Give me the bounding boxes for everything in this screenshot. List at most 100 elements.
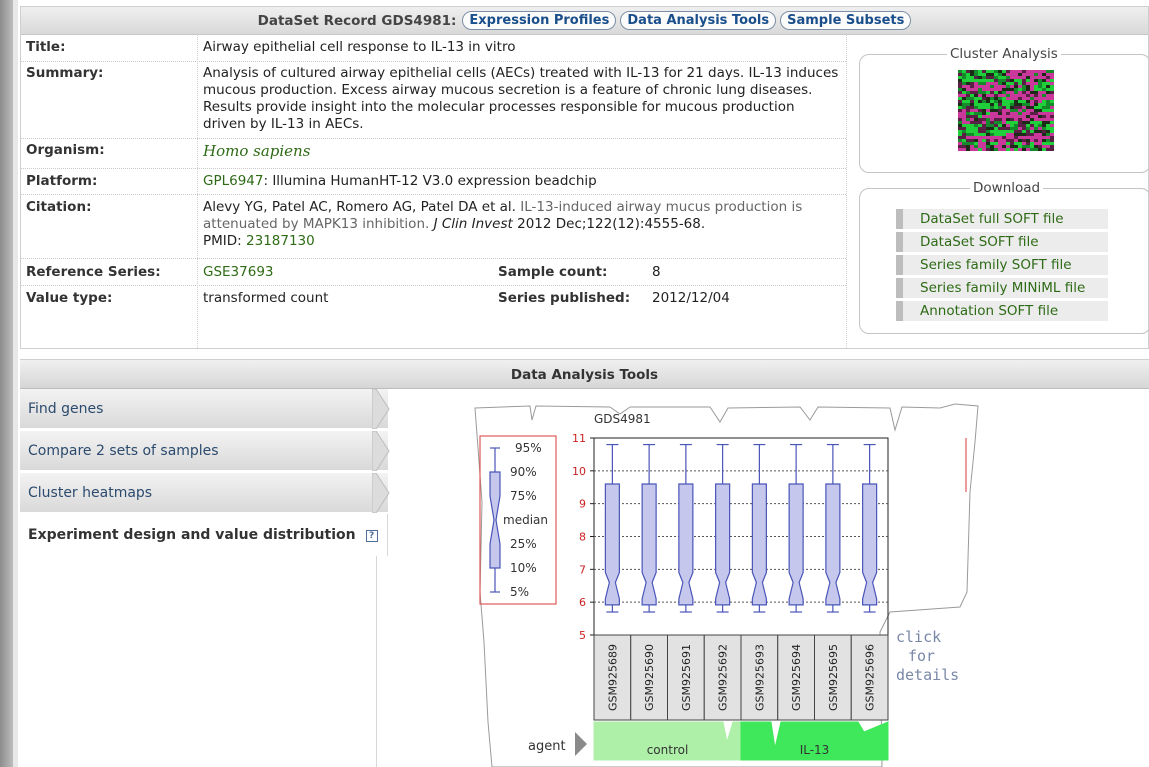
heatmap-cell bbox=[998, 91, 1002, 94]
heatmap-cell bbox=[1026, 100, 1030, 103]
heatmap-cell bbox=[974, 97, 978, 100]
heatmap-cell bbox=[1034, 124, 1038, 127]
heatmap-cell bbox=[998, 106, 1002, 109]
heatmap-cell bbox=[1026, 124, 1030, 127]
heatmap-cell bbox=[982, 73, 986, 76]
heatmap-cell bbox=[970, 148, 974, 151]
heatmap-cell bbox=[978, 109, 982, 112]
cluster-analysis-legend: Cluster Analysis bbox=[947, 46, 1061, 62]
heatmap-cell bbox=[978, 115, 982, 118]
heatmap-cell bbox=[978, 139, 982, 142]
heatmap-cell bbox=[1018, 124, 1022, 127]
heatmap-cell bbox=[1006, 103, 1010, 106]
heatmap-cell bbox=[982, 70, 986, 73]
heatmap-cell bbox=[1046, 100, 1050, 103]
heatmap-cell bbox=[1002, 94, 1006, 97]
heatmap-cell bbox=[958, 127, 962, 130]
tab-experiment-design[interactable]: Experiment design and value distribution… bbox=[20, 514, 388, 556]
heatmap-cell bbox=[1046, 118, 1050, 121]
heatmap-cell bbox=[986, 79, 990, 82]
heatmap-cell bbox=[974, 118, 978, 121]
download-dataset-soft-link[interactable]: DataSet SOFT file bbox=[896, 232, 1108, 252]
tab-cluster-heatmaps[interactable]: Cluster heatmaps bbox=[20, 473, 390, 513]
heatmap-cell bbox=[1014, 109, 1018, 112]
row-divider bbox=[21, 168, 846, 169]
heatmap-cell bbox=[986, 76, 990, 79]
heatmap-cell bbox=[994, 112, 998, 115]
help-icon[interactable]: ? bbox=[365, 530, 378, 542]
download-series-family-soft-link[interactable]: Series family SOFT file bbox=[896, 255, 1108, 275]
row-divider bbox=[21, 258, 846, 259]
heatmap-cell bbox=[1006, 118, 1010, 121]
y-tick-label: 10 bbox=[572, 465, 586, 478]
heatmap-cell bbox=[978, 79, 982, 82]
heatmap-cell bbox=[962, 148, 966, 151]
heatmap-cell bbox=[970, 70, 974, 73]
plot-title: GDS4981 bbox=[594, 412, 651, 426]
heatmap-cell bbox=[958, 109, 962, 112]
heatmap-cell bbox=[998, 124, 1002, 127]
heatmap-cell bbox=[1018, 76, 1022, 79]
tab-compare-samples[interactable]: Compare 2 sets of samples bbox=[20, 431, 390, 471]
heatmap-cell bbox=[1042, 97, 1046, 100]
tab-cluster-heatmaps-label: Cluster heatmaps bbox=[28, 485, 153, 501]
heatmap-cell bbox=[1030, 118, 1034, 121]
heatmap-cell bbox=[1022, 85, 1026, 88]
heatmap-cell bbox=[1014, 70, 1018, 73]
platform-link[interactable]: GPL6947 bbox=[203, 173, 263, 189]
heatmap-cell bbox=[974, 79, 978, 82]
heatmap-cell bbox=[1006, 109, 1010, 112]
cluster-heatmap-thumbnail[interactable] bbox=[958, 70, 1054, 151]
heatmap-cell bbox=[1050, 100, 1054, 103]
heatmap-cell bbox=[974, 109, 978, 112]
click-for-details-line3[interactable]: details bbox=[896, 666, 959, 684]
heatmap-cell bbox=[1002, 142, 1006, 145]
heatmap-cell bbox=[994, 82, 998, 85]
heatmap-cell bbox=[962, 121, 966, 124]
heatmap-cell bbox=[962, 115, 966, 118]
organism-link[interactable]: Homo sapiens bbox=[203, 143, 843, 160]
heatmap-cell bbox=[1030, 91, 1034, 94]
heatmap-cell bbox=[1010, 82, 1014, 85]
heatmap-cell bbox=[1006, 79, 1010, 82]
expression-profiles-button[interactable]: Expression Profiles bbox=[462, 11, 617, 30]
heatmap-cell bbox=[1022, 118, 1026, 121]
heatmap-cell bbox=[1042, 115, 1046, 118]
heatmap-cell bbox=[974, 115, 978, 118]
heatmap-cell bbox=[978, 97, 982, 100]
heatmap-cell bbox=[1050, 136, 1054, 139]
heatmap-cell bbox=[962, 133, 966, 136]
download-annotation-soft-link[interactable]: Annotation SOFT file bbox=[896, 301, 1108, 321]
value-distribution-plot[interactable]: 95% 90% 75% median 25% 10% 5% GDS4981 5 6… bbox=[470, 402, 990, 767]
heatmap-cell bbox=[970, 127, 974, 130]
heatmap-cell bbox=[1010, 79, 1014, 82]
click-for-details-line1[interactable]: click bbox=[896, 628, 941, 646]
heatmap-cell bbox=[986, 124, 990, 127]
pmid-link[interactable]: 23187130 bbox=[246, 233, 315, 249]
heatmap-cell bbox=[970, 142, 974, 145]
click-for-details-line2[interactable]: for bbox=[908, 647, 935, 665]
heatmap-cell bbox=[998, 79, 1002, 82]
heatmap-cell bbox=[1018, 85, 1022, 88]
reference-series-link[interactable]: GSE37693 bbox=[203, 264, 403, 281]
download-dataset-full-soft-link[interactable]: DataSet full SOFT file bbox=[896, 209, 1108, 229]
heatmap-cell bbox=[990, 127, 994, 130]
heatmap-cell bbox=[1018, 103, 1022, 106]
heatmap-cell bbox=[998, 82, 1002, 85]
heatmap-cell bbox=[1002, 91, 1006, 94]
sample-subsets-button[interactable]: Sample Subsets bbox=[780, 11, 912, 30]
data-analysis-tools-button[interactable]: Data Analysis Tools bbox=[620, 11, 777, 30]
heatmap-cell bbox=[1034, 115, 1038, 118]
heatmap-cell bbox=[1034, 94, 1038, 97]
heatmap-cell bbox=[1050, 121, 1054, 124]
download-series-family-miniml-link[interactable]: Series family MINiML file bbox=[896, 278, 1108, 298]
agent-group-bar: control IL-13 bbox=[593, 721, 889, 761]
tab-find-genes[interactable]: Find genes bbox=[20, 389, 390, 429]
heatmap-cell bbox=[974, 124, 978, 127]
heatmap-cell bbox=[990, 136, 994, 139]
heatmap-cell bbox=[1022, 94, 1026, 97]
heatmap-cell bbox=[970, 91, 974, 94]
heatmap-cell bbox=[1022, 103, 1026, 106]
heatmap-cell bbox=[1034, 82, 1038, 85]
heatmap-cell bbox=[1022, 121, 1026, 124]
